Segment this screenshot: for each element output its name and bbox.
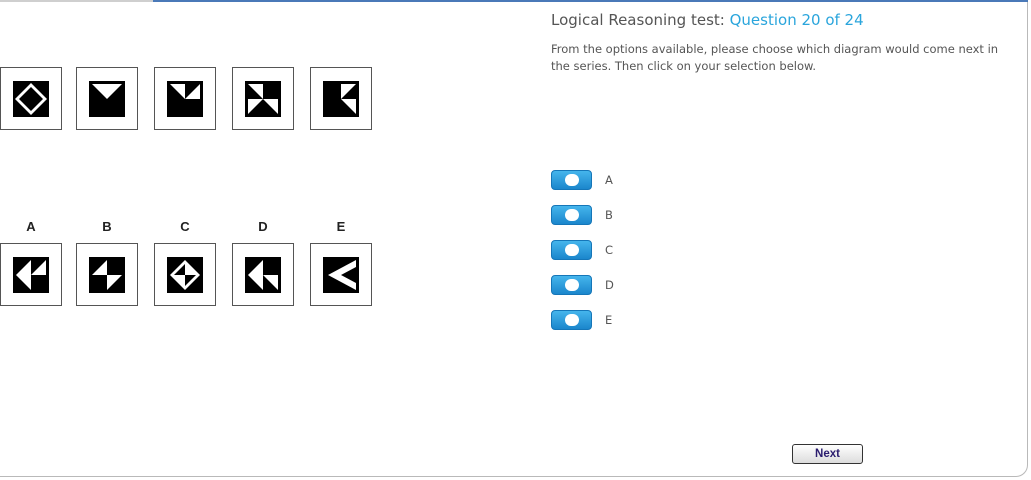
diamond-in-square-icon — [13, 81, 49, 117]
answer-a-pattern-icon — [13, 257, 49, 293]
option-b-radio[interactable] — [551, 205, 592, 225]
option-e-label: E — [605, 313, 613, 327]
option-b[interactable]: B — [551, 204, 671, 226]
next-button[interactable]: Next — [792, 444, 863, 464]
answer-tile-d — [232, 243, 294, 306]
series-tile-1 — [0, 67, 62, 130]
answer-b-pattern-icon — [89, 257, 125, 293]
answer-letter-c: C — [180, 219, 190, 234]
question-counter: Question 20 of 24 — [729, 11, 864, 29]
option-e[interactable]: E — [551, 309, 671, 331]
option-d-label: D — [605, 278, 614, 292]
answer-letter-e: E — [336, 219, 346, 234]
title-prefix: Logical Reasoning test: — [551, 11, 725, 29]
radio-knob-icon — [565, 314, 579, 326]
option-c[interactable]: C — [551, 239, 671, 261]
left-arrow-triangles-icon — [323, 81, 359, 117]
option-a-label: A — [605, 173, 613, 187]
radio-knob-icon — [565, 244, 579, 256]
option-a-radio[interactable] — [551, 170, 592, 190]
answer-tile-e — [310, 243, 372, 306]
answer-tile-c — [154, 243, 216, 306]
option-a[interactable]: A — [551, 169, 671, 191]
top-border-left — [0, 0, 153, 2]
radio-knob-icon — [565, 279, 579, 291]
series-tile-2 — [76, 67, 138, 130]
answer-c-pattern-icon — [167, 257, 203, 293]
radio-knob-icon — [565, 174, 579, 186]
option-b-label: B — [605, 208, 613, 222]
option-d-radio[interactable] — [551, 275, 592, 295]
option-c-radio[interactable] — [551, 240, 592, 260]
radio-knob-icon — [565, 209, 579, 221]
top-border-right — [153, 0, 1028, 2]
answer-letter-b: B — [102, 219, 112, 234]
answer-tile-b — [76, 243, 138, 306]
series-tile-4 — [232, 67, 294, 130]
answer-e-pattern-icon — [323, 257, 359, 293]
triangles-pattern-icon-3 — [167, 81, 203, 117]
option-c-label: C — [605, 243, 614, 257]
series-tile-3 — [154, 67, 216, 130]
bowtie-pattern-icon — [245, 81, 281, 117]
answer-tile-a — [0, 243, 62, 306]
instructions-text: From the options available, please choos… — [551, 42, 999, 73]
option-d[interactable]: D — [551, 274, 671, 296]
series-tile-5 — [310, 67, 372, 130]
answer-d-pattern-icon — [245, 257, 281, 293]
triangles-pattern-icon-2 — [89, 81, 125, 117]
option-e-radio[interactable] — [551, 310, 592, 330]
page-title: Logical Reasoning test: Question 20 of 2… — [551, 11, 864, 29]
answer-letter-a: A — [26, 219, 36, 234]
answer-letter-d: D — [258, 219, 268, 234]
